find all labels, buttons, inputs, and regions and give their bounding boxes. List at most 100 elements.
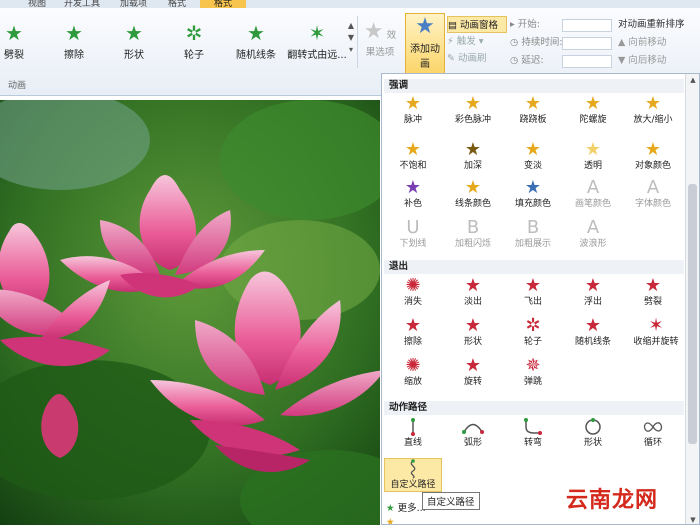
- star-icon: ★: [464, 93, 482, 114]
- effect-options-button[interactable]: ★ 效果选项: [360, 19, 400, 59]
- exit-split[interactable]: ★ 劈裂: [624, 276, 682, 314]
- path-turns[interactable]: 转弯: [504, 417, 562, 455]
- emphasis-pulse[interactable]: ★ 脉冲: [384, 94, 442, 132]
- emphasis-object-color[interactable]: ★ 对象颜色: [624, 140, 682, 178]
- star-icon: ★: [464, 315, 482, 336]
- scroll-thumb[interactable]: [688, 184, 697, 444]
- star-burst-icon: ✺: [405, 355, 421, 376]
- path-lines[interactable]: 直线: [384, 417, 442, 455]
- emphasis-complementary[interactable]: ★ 补色: [384, 178, 442, 216]
- emphasis-transparency[interactable]: ★ 透明: [564, 140, 622, 178]
- path-arcs[interactable]: 弧形: [444, 417, 502, 455]
- animation-pane-button[interactable]: ▤ 动画窗格: [447, 16, 507, 33]
- star-icon: ★: [524, 275, 542, 296]
- more-effects-link[interactable]: ★ 更多...: [386, 502, 426, 516]
- arc-path-icon: [461, 417, 485, 437]
- duration-input[interactable]: [562, 37, 612, 50]
- exit-disappear[interactable]: ✺ 消失: [384, 276, 442, 314]
- line-path-icon: [401, 417, 425, 437]
- tab-format[interactable]: 格式: [168, 0, 186, 8]
- duration-row: ◷ 持续时间:: [510, 34, 615, 52]
- gallery-item-split[interactable]: ★ 劈裂: [0, 16, 42, 68]
- letter-a-icon: A: [586, 177, 600, 198]
- star-icon: ✲: [525, 315, 541, 336]
- star-icon: ★: [644, 93, 662, 114]
- exit-shrink-turn[interactable]: ✶ 收缩并旋转: [624, 316, 688, 354]
- more-effects-link-2[interactable]: ★: [386, 516, 395, 525]
- panel-scrollbar[interactable]: ▲ ▼: [685, 74, 699, 524]
- star-icon: ★: [584, 93, 602, 114]
- exit-swivel[interactable]: ★ 旋转: [444, 356, 502, 394]
- gallery-item-wipe[interactable]: ★ 擦除: [46, 16, 102, 68]
- tab-format-active[interactable]: 格式: [200, 0, 247, 8]
- star-icon: ★: [386, 517, 395, 525]
- emphasis-brush-color[interactable]: A 画笔颜色: [564, 178, 622, 216]
- star-icon: ★: [584, 275, 602, 296]
- exit-wipe[interactable]: ★ 擦除: [384, 316, 442, 354]
- emphasis-wave[interactable]: A 波浪形: [564, 218, 622, 256]
- emphasis-font-color[interactable]: A 字体颜色: [624, 178, 682, 216]
- delay-input[interactable]: [562, 55, 612, 68]
- letter-a-icon: A: [586, 217, 600, 238]
- path-shapes[interactable]: 形状: [564, 417, 622, 455]
- star-icon: ★: [524, 93, 542, 114]
- emphasis-teeter[interactable]: ★ 跷跷板: [504, 94, 562, 132]
- exit-bounce[interactable]: ✵ 弹跳: [504, 356, 562, 394]
- emphasis-bold-reveal[interactable]: B 加粗展示: [504, 218, 562, 256]
- tab-addins[interactable]: 加载项: [120, 0, 147, 8]
- reorder-title: 对动画重新排序: [618, 19, 685, 30]
- gallery-item-random-bars[interactable]: ★ 随机线条: [228, 16, 284, 68]
- exit-zoom[interactable]: ✺ 缩放: [384, 356, 442, 394]
- tooltip-custom-path: 自定义路径: [422, 492, 480, 510]
- exit-float-out[interactable]: ★ 浮出: [564, 276, 622, 314]
- custom-path-icon: [401, 459, 425, 479]
- ribbon-tabs: 视图 开发工具 加载项 格式 格式: [0, 0, 700, 8]
- animation-painter-button[interactable]: ✎ 动画刷: [447, 50, 507, 67]
- letter-u-icon: U: [406, 217, 420, 238]
- emphasis-spin[interactable]: ★ 陀螺旋: [564, 94, 622, 132]
- move-earlier-button[interactable]: ▲ 向前移动: [618, 34, 700, 52]
- star-icon: ★: [404, 139, 422, 160]
- exit-fly-out[interactable]: ★ 飞出: [504, 276, 562, 314]
- gallery-item-flip[interactable]: ✶ 翻转式由远...: [286, 16, 348, 68]
- emphasis-desaturate[interactable]: ★ 不饱和: [384, 140, 442, 178]
- section-header-emphasis: 强调: [384, 79, 684, 93]
- emphasis-underline[interactable]: U 下划线: [384, 218, 442, 256]
- star-icon: ★: [524, 139, 542, 160]
- loop-path-icon: [641, 417, 665, 437]
- star-icon: ★: [5, 21, 23, 45]
- move-later-button[interactable]: ▼ 向后移动: [618, 52, 700, 70]
- tab-view[interactable]: 视图: [28, 0, 46, 8]
- tab-developer[interactable]: 开发工具: [64, 0, 100, 8]
- exit-shape[interactable]: ★ 形状: [444, 316, 502, 354]
- gallery-item-wheel[interactable]: ✲ 轮子: [166, 16, 222, 68]
- scroll-up-icon[interactable]: ▲: [686, 74, 699, 86]
- star-icon: ★: [584, 315, 602, 336]
- emphasis-line-color[interactable]: ★ 线条颜色: [444, 178, 502, 216]
- path-custom[interactable]: 自定义路径: [384, 458, 442, 492]
- star-icon: ✶: [648, 315, 664, 336]
- scroll-down-icon[interactable]: ▼: [686, 514, 699, 524]
- star-icon: ★: [584, 139, 602, 160]
- start-select[interactable]: [562, 19, 612, 32]
- gallery-scroll[interactable]: ▲ ▼ ▾: [345, 20, 357, 68]
- emphasis-grow-shrink[interactable]: ★ 放大/缩小: [624, 94, 682, 132]
- star-icon: ★: [644, 139, 662, 160]
- emphasis-fill-color[interactable]: ★ 填充颜色: [504, 178, 562, 216]
- star-icon: ★: [363, 19, 384, 44]
- path-loops[interactable]: 循环: [624, 417, 682, 455]
- letter-b-icon: B: [526, 217, 540, 238]
- emphasis-darken[interactable]: ★ 加深: [444, 140, 502, 178]
- slide-image-lotus[interactable]: [0, 100, 380, 525]
- trigger-button[interactable]: ⚡ 触发 ▾: [447, 33, 507, 50]
- exit-random-bars[interactable]: ★ 随机线条: [564, 316, 622, 354]
- emphasis-lighten[interactable]: ★ 变淡: [504, 140, 562, 178]
- add-animation-button[interactable]: ★ 添加动画 ▼: [405, 13, 445, 80]
- emphasis-bold-flash[interactable]: B 加粗闪烁: [444, 218, 502, 256]
- gallery-item-shape[interactable]: ★ 形状: [106, 16, 162, 68]
- star-icon: ✲: [185, 21, 203, 45]
- exit-fade[interactable]: ★ 淡出: [444, 276, 502, 314]
- emphasis-color-pulse[interactable]: ★ 彩色脉冲: [444, 94, 502, 132]
- exit-wheel[interactable]: ✲ 轮子: [504, 316, 562, 354]
- delay-row: ◷ 延迟:: [510, 52, 615, 70]
